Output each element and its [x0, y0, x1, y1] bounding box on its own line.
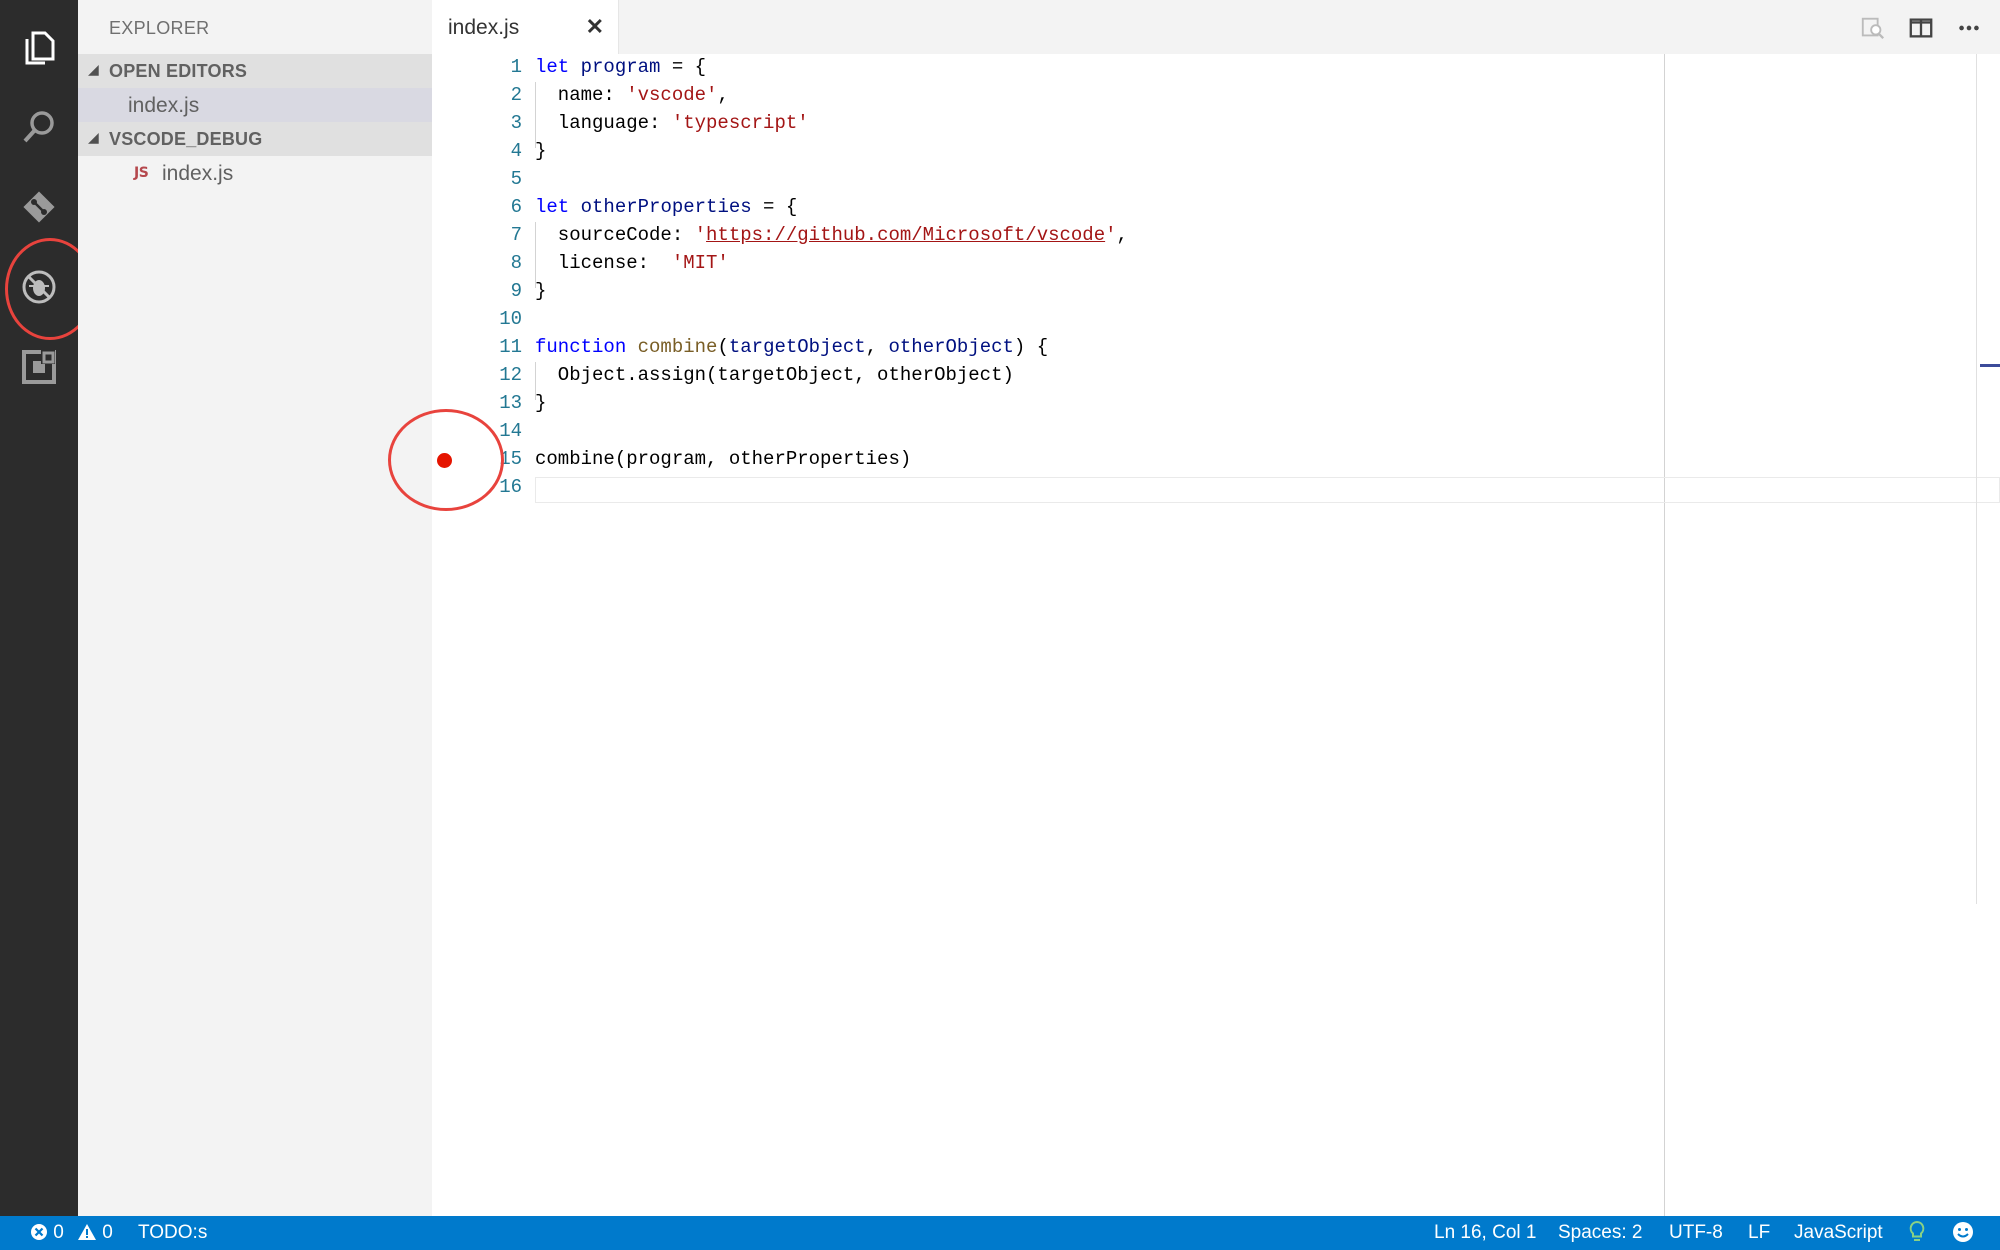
code-line: 1 let program = {	[432, 54, 2000, 82]
line-number: 12	[499, 364, 522, 386]
code-line: 4 }	[432, 138, 2000, 166]
line-text[interactable]: license: 'MIT'	[535, 252, 729, 274]
line-text[interactable]: function combine(targetObject, otherObje…	[535, 336, 1048, 358]
line-number: 9	[510, 280, 522, 302]
file-label: index.js	[162, 162, 234, 185]
code-line: 8 license: 'MIT'	[432, 250, 2000, 278]
js-file-icon: JS	[134, 165, 149, 181]
code-line: 3 language: 'typescript'	[432, 110, 2000, 138]
code-link[interactable]: https://github.com/Microsoft/vscode	[706, 224, 1105, 246]
code-line: 7 sourceCode: 'https://github.com/Micros…	[432, 222, 2000, 250]
tab-label: index.js	[448, 16, 520, 39]
code-line: 6 let otherProperties = {	[432, 194, 2000, 222]
line-number: 10	[499, 308, 522, 330]
tab-bar: index.js ✕	[432, 0, 2000, 54]
line-number: 11	[499, 336, 522, 358]
line-number: 8	[510, 252, 522, 274]
line-text[interactable]: combine(program, otherProperties)	[535, 448, 911, 470]
line-text[interactable]: language: 'typescript'	[535, 112, 809, 134]
code-line: 13 }	[432, 390, 2000, 418]
expanded-triangle-icon: ◢	[88, 61, 99, 77]
code-editor[interactable]: 1 let program = { 2 name: 'vscode', 3 la…	[388, 54, 2000, 1216]
vertical-scrollbar[interactable]	[1976, 54, 2000, 904]
file-label: index.js	[128, 94, 200, 117]
line-number: 6	[510, 196, 522, 218]
warning-icon	[78, 1224, 96, 1240]
code-line: 14	[432, 418, 2000, 446]
line-number: 5	[510, 168, 522, 190]
lightbulb-icon[interactable]	[1908, 1220, 1926, 1250]
open-editor-item[interactable]: index.js	[78, 88, 432, 122]
line-text[interactable]: let program = {	[535, 56, 706, 78]
encoding-status[interactable]: UTF-8	[1669, 1222, 1723, 1244]
language-mode[interactable]: JavaScript	[1794, 1222, 1883, 1244]
code-line: 12 Object.assign(targetObject, otherObje…	[432, 362, 2000, 390]
expanded-triangle-icon: ◢	[88, 129, 99, 145]
line-number: 7	[510, 224, 522, 246]
code-line: 10	[432, 306, 2000, 334]
code-line: 15 combine(program, otherProperties)	[432, 446, 2000, 474]
status-bar: 0 0 TODO:s Ln 16, Col 1 Spaces: 2 UTF-8 …	[0, 1216, 2000, 1250]
cursor-position[interactable]: Ln 16, Col 1	[1434, 1222, 1536, 1244]
code-line: 16	[432, 474, 2000, 502]
line-text[interactable]: Object.assign(targetObject, otherObject)	[535, 364, 1014, 386]
close-icon[interactable]: ✕	[586, 14, 604, 40]
line-number: 1	[510, 56, 522, 78]
file-tree-item[interactable]: JS index.js	[78, 156, 432, 190]
section-label: VSCODE_DEBUG	[109, 129, 263, 149]
code-line: 5	[432, 166, 2000, 194]
tab-index-js[interactable]: index.js ✕	[432, 0, 619, 54]
code-line: 9 }	[432, 278, 2000, 306]
errors-indicator[interactable]: 0	[30, 1222, 64, 1244]
indentation-status[interactable]: Spaces: 2	[1558, 1222, 1643, 1244]
section-vscode-debug[interactable]: ◢ VSCODE_DEBUG	[78, 122, 432, 156]
error-count: 0	[53, 1222, 64, 1243]
line-text[interactable]: }	[535, 280, 546, 302]
code-line: 2 name: 'vscode',	[432, 82, 2000, 110]
code-line: 11 function combine(targetObject, otherO…	[432, 334, 2000, 362]
more-actions-icon[interactable]	[1955, 14, 1983, 42]
split-editor-icon[interactable]	[1907, 14, 1935, 42]
line-text[interactable]: name: 'vscode',	[535, 84, 729, 106]
search-icon[interactable]	[14, 102, 64, 152]
line-text[interactable]: }	[535, 392, 546, 414]
activity-bar	[0, 0, 78, 1216]
eol-status[interactable]: LF	[1748, 1222, 1770, 1244]
warning-count: 0	[102, 1222, 113, 1243]
feedback-smiley-icon[interactable]	[1952, 1221, 1974, 1249]
line-text[interactable]: let otherProperties = {	[535, 196, 797, 218]
line-text[interactable]: }	[535, 140, 546, 162]
line-number: 13	[499, 392, 522, 414]
explorer-icon[interactable]	[14, 22, 64, 72]
warnings-indicator[interactable]: 0	[77, 1222, 113, 1244]
line-number: 2	[510, 84, 522, 106]
sidebar-title: EXPLORER	[109, 18, 210, 38]
error-icon	[31, 1224, 47, 1240]
line-number: 3	[510, 112, 522, 134]
extensions-icon[interactable]	[14, 342, 64, 392]
source-control-icon[interactable]	[14, 182, 64, 232]
explorer-sidebar: EXPLORER ◢ OPEN EDITORS index.js ◢ VSCOD…	[78, 0, 432, 1216]
breakpoint-highlight-circle	[388, 409, 504, 511]
overview-ruler-marker	[1980, 364, 2000, 367]
section-label: OPEN EDITORS	[109, 61, 248, 81]
open-changes-icon[interactable]	[1859, 14, 1887, 42]
line-text[interactable]: sourceCode: 'https://github.com/Microsof…	[535, 224, 1128, 246]
todo-status[interactable]: TODO:s	[138, 1222, 207, 1244]
section-open-editors[interactable]: ◢ OPEN EDITORS	[78, 54, 432, 88]
line-number: 4	[510, 140, 522, 162]
